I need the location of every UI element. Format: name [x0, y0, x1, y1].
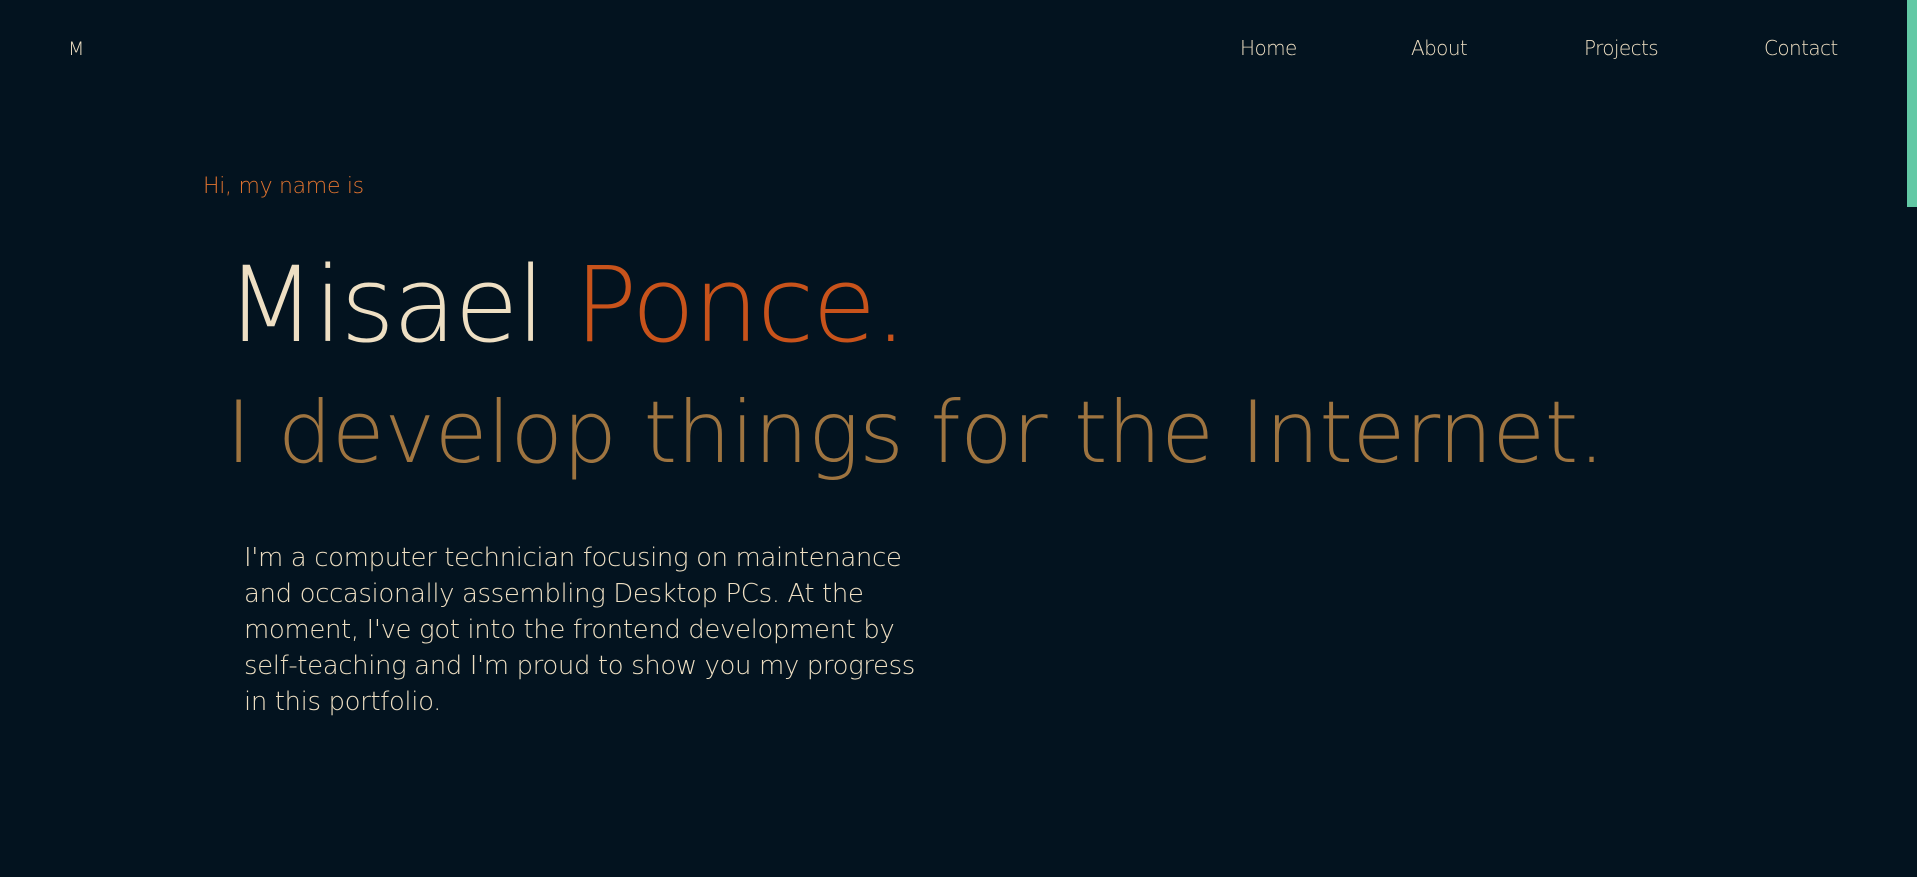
hero-first-name: Misael: [226, 244, 545, 366]
hero-greeting: Hi, my name is: [203, 174, 364, 199]
nav-projects-link[interactable]: Projects: [1584, 36, 1659, 60]
scroll-indicator[interactable]: [1907, 0, 1917, 207]
portfolio-page: M Home About Projects Contact Hi, my nam…: [0, 0, 1917, 877]
nav-contact-link[interactable]: Contact: [1764, 36, 1838, 60]
nav-about-link[interactable]: About: [1411, 36, 1468, 60]
hero-tagline: I develop things for the Internet.: [226, 383, 1605, 483]
hero-bio: I'm a computer technician focusing on ma…: [244, 543, 915, 717]
hero-last-name: Ponce.: [574, 244, 907, 366]
main-nav: Home About Projects Contact: [0, 36, 1917, 66]
hero-name: Misael Ponce.: [226, 248, 907, 362]
nav-home-link[interactable]: Home: [1240, 36, 1297, 60]
